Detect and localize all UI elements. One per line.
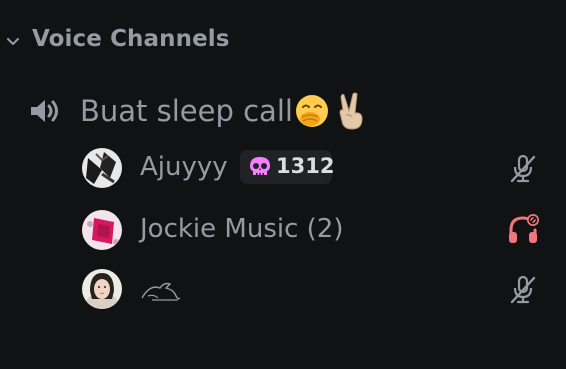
category-label: Voice Channels bbox=[32, 26, 230, 52]
voice-member-jockie-music[interactable]: Jockie Music (2) bbox=[0, 205, 566, 255]
badge-text: 1312 bbox=[276, 154, 335, 178]
avatar bbox=[82, 210, 122, 250]
headphones-deafened-icon bbox=[509, 214, 539, 243]
avatar bbox=[82, 269, 122, 309]
voice-member-ajuyyy[interactable]: Ajuyyy 1312 bbox=[0, 143, 566, 193]
channel-name: Buat sleep call bbox=[80, 94, 293, 128]
voice-member-rabbit[interactable] bbox=[0, 264, 566, 314]
voice-channel-buat-sleep-call[interactable]: Buat sleep call bbox=[0, 88, 566, 134]
skull-icon bbox=[250, 157, 270, 176]
mic-muted-icon bbox=[510, 275, 536, 304]
victory-hand-icon bbox=[339, 92, 363, 130]
member-name: Jockie Music (2) bbox=[140, 214, 344, 244]
voice-channels-category[interactable]: Voice Channels bbox=[0, 22, 566, 60]
avatar bbox=[82, 148, 122, 188]
member-name: Ajuyyy bbox=[140, 152, 228, 182]
face-with-hand-over-mouth-icon bbox=[296, 95, 328, 127]
server-tag-badge[interactable]: 1312 bbox=[240, 150, 335, 184]
speaker-icon bbox=[31, 100, 58, 122]
chevron-down-icon bbox=[7, 38, 19, 45]
mic-muted-icon bbox=[510, 154, 536, 183]
rabbit-glyph bbox=[141, 282, 181, 301]
